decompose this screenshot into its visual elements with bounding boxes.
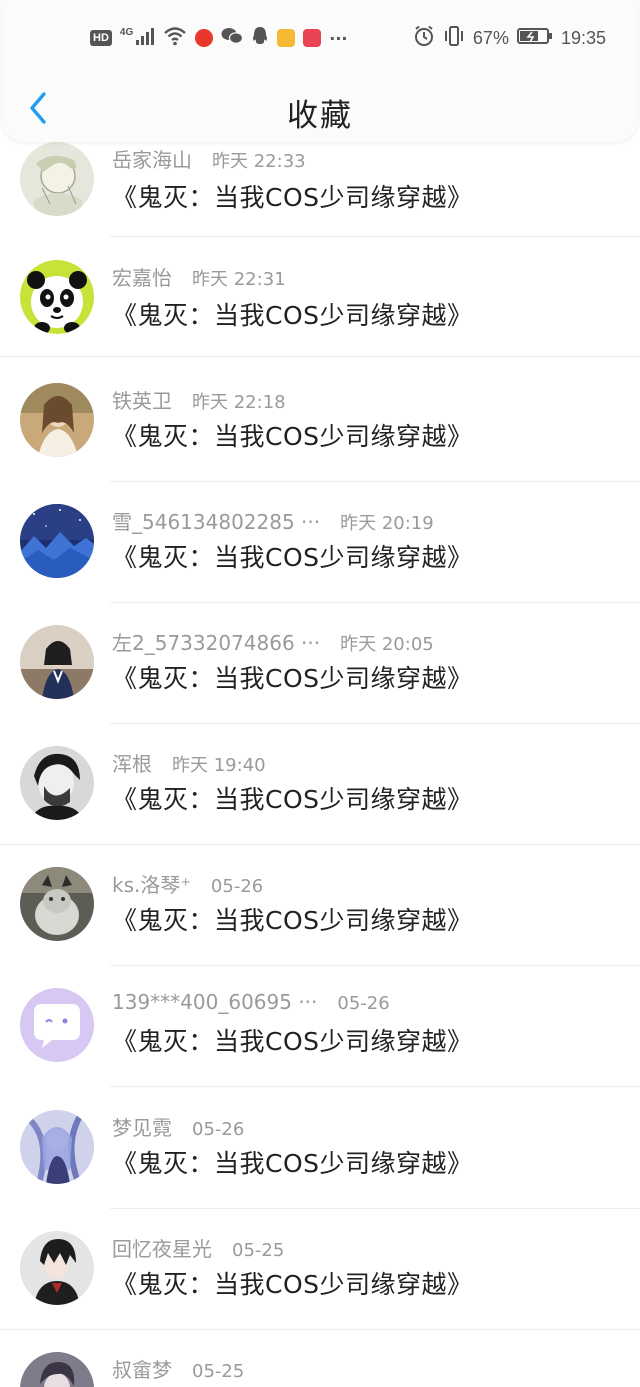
favorite-title[interactable]: 《鬼灭：当我COS少司缘穿越》 <box>112 1265 473 1301</box>
favorite-time: 昨天 20:05 <box>340 634 434 655</box>
avatar[interactable] <box>20 1110 94 1184</box>
status-bar-right: 67% 19:35 <box>413 24 606 52</box>
nav-bar: 收藏 <box>2 80 638 140</box>
battery-icon <box>516 27 553 50</box>
list-item[interactable]: 梦见霓 05-26 《鬼灭：当我COS少司缘穿越》 <box>0 1088 640 1209</box>
favorite-time: 昨天 22:33 <box>212 151 306 172</box>
user-name: 139***400_60695 ··· <box>112 990 318 1014</box>
status-bar-left: HD 4G ··· <box>90 26 347 50</box>
avatar[interactable] <box>20 142 94 216</box>
avatar[interactable] <box>20 867 94 941</box>
wifi-icon <box>163 26 187 50</box>
divider <box>110 1086 640 1087</box>
user-name: 回忆夜星光 <box>112 1237 212 1261</box>
avatar[interactable] <box>20 504 94 578</box>
favorite-title[interactable]: 《鬼灭：当我COS少司缘穿越》 <box>112 901 473 937</box>
wechat-icon <box>221 27 244 49</box>
user-name: 宏嘉怡 <box>112 266 172 290</box>
user-name: 左2_57332074866 ··· <box>112 631 321 655</box>
favorite-time: 昨天 19:40 <box>172 755 266 776</box>
favorite-title[interactable]: 《鬼灭：当我COS少司缘穿越》 <box>112 659 473 695</box>
favorite-title[interactable]: 《鬼灭：当我COS少司缘穿越》 <box>112 178 473 214</box>
status-bar: HD 4G ··· 67% 19:35 <box>2 0 638 76</box>
user-name: 梦见霓 <box>112 1116 172 1140</box>
avatar[interactable] <box>20 625 94 699</box>
qq-icon <box>251 26 269 50</box>
avatar[interactable] <box>20 1352 94 1387</box>
user-name: 铁英卫 <box>112 389 172 413</box>
favorite-time: 昨天 22:31 <box>192 269 286 290</box>
favorite-time: 昨天 22:18 <box>192 392 286 413</box>
favorite-title[interactable]: 《鬼灭：当我COS少司缘穿越》 <box>112 1022 473 1058</box>
shopping-app-icon <box>303 29 322 47</box>
favorites-page: 岳家海山 昨天 22:33 《鬼灭：当我COS少司缘穿越》 宏嘉怡 昨天 22:… <box>0 0 640 1387</box>
list-item[interactable]: 左2_57332074866 ··· 昨天 20:05 《鬼灭：当我COS少司缘… <box>0 603 640 724</box>
list-item[interactable]: 叔畲梦 05-25 <box>0 1330 640 1387</box>
divider <box>0 356 640 357</box>
avatar[interactable] <box>20 746 94 820</box>
avatar[interactable] <box>20 1231 94 1305</box>
hd-badge: HD <box>90 30 112 46</box>
app-notification-icon <box>277 29 296 47</box>
avatar[interactable] <box>20 383 94 457</box>
list-item[interactable]: ks.洛琴⁺ 05-26 《鬼灭：当我COS少司缘穿越》 <box>0 845 640 966</box>
favorite-title[interactable]: 《鬼灭：当我COS少司缘穿越》 <box>112 296 473 332</box>
signal-icon <box>135 27 155 49</box>
user-name: 雪_546134802285 ··· <box>112 510 321 534</box>
more-notifications: ··· <box>329 28 348 48</box>
avatar[interactable] <box>20 988 94 1062</box>
list-item[interactable]: 浑根 昨天 19:40 《鬼灭：当我COS少司缘穿越》 <box>0 724 640 845</box>
list-item[interactable]: 雪_546134802285 ··· 昨天 20:19 《鬼灭：当我COS少司缘… <box>0 482 640 603</box>
favorite-time: 05-25 <box>232 1240 285 1261</box>
list-item[interactable]: 139***400_60695 ··· 05-26 《鬼灭：当我COS少司缘穿越… <box>0 966 640 1087</box>
weibo-app-icon <box>195 29 214 47</box>
favorite-time: 05-26 <box>337 993 390 1014</box>
favorite-title[interactable]: 《鬼灭：当我COS少司缘穿越》 <box>112 538 473 574</box>
user-name: ks.洛琴⁺ <box>112 873 191 897</box>
list-item[interactable]: 宏嘉怡 昨天 22:31 《鬼灭：当我COS少司缘穿越》 <box>0 240 640 361</box>
alarm-icon <box>413 25 435 52</box>
favorite-time: 05-25 <box>192 1361 245 1382</box>
clock-time: 19:35 <box>560 27 606 48</box>
header: HD 4G ··· 67% 19:35 收藏 <box>2 0 638 142</box>
favorite-time: 05-26 <box>210 876 264 897</box>
list-item[interactable]: 回忆夜星光 05-25 《鬼灭：当我COS少司缘穿越》 <box>0 1209 640 1330</box>
favorite-title[interactable]: 《鬼灭：当我COS少司缘穿越》 <box>112 417 473 453</box>
favorite-time: 05-26 <box>192 1119 245 1140</box>
user-name: 浑根 <box>112 752 152 776</box>
battery-percent: 67% <box>472 27 509 48</box>
vibrate-icon <box>443 25 465 52</box>
favorite-title[interactable]: 《鬼灭：当我COS少司缘穿越》 <box>112 780 473 816</box>
list-item[interactable]: 铁英卫 昨天 22:18 《鬼灭：当我COS少司缘穿越》 <box>0 361 640 482</box>
network-type: 4G <box>119 26 134 38</box>
user-name: 叔畲梦 <box>112 1358 172 1382</box>
favorite-time: 昨天 20:19 <box>340 513 434 534</box>
user-name: 岳家海山 <box>112 148 192 172</box>
avatar[interactable] <box>20 260 94 334</box>
favorite-title[interactable]: 《鬼灭：当我COS少司缘穿越》 <box>112 1144 473 1180</box>
divider <box>110 236 640 237</box>
page-title: 收藏 <box>287 98 353 134</box>
